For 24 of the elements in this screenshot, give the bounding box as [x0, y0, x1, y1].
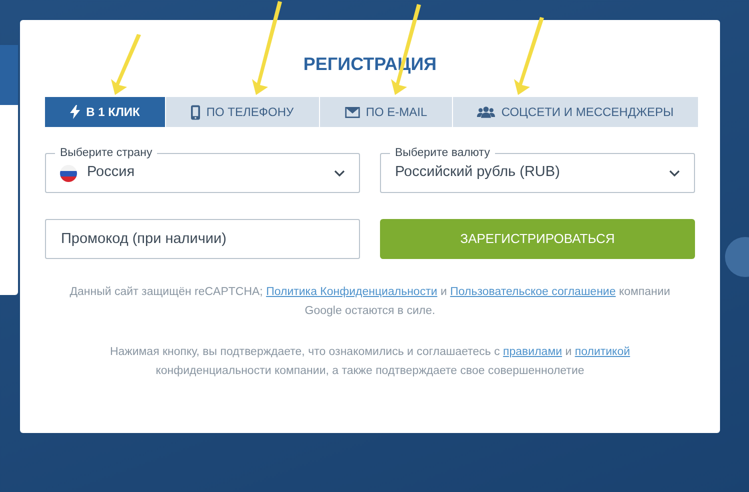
promo-code-field[interactable]: Промокод (при наличии)	[45, 219, 360, 259]
tab[interactable]: ПО ТЕЛЕФОНУ	[166, 97, 319, 127]
phone-icon	[191, 104, 200, 120]
flag-icon	[60, 164, 77, 182]
disclaimer-text: Нажимая кнопку, вы подтверждаете, что ознакомились и соглашаетесь с правилами и политикой конфиденциальности компании, а также подтверждаете свое совершеннолетие	[108, 345, 632, 379]
field-label: Выберите валюту	[390, 145, 495, 161]
chevron-down-icon	[334, 170, 345, 176]
link[interactable]: Пользовательское соглашение	[450, 286, 616, 298]
link[interactable]: правилами	[503, 346, 562, 358]
people-icon	[477, 106, 496, 118]
disclaimer-text: Данный сайт защищён reCAPTCHA; Политика Конфиденциальности и Пользовательское соглашение компании Google остаются в силе.	[68, 285, 672, 319]
select-value: Российский рубль (RUB)	[395, 163, 561, 182]
field-label: Выберите страну	[55, 145, 158, 161]
panel-header	[0, 45, 18, 105]
tab[interactable]: СОЦСЕТИ И МЕССЕНДЖЕРЫ	[453, 97, 698, 127]
link[interactable]: политикой	[574, 346, 630, 358]
tab[interactable]: ПО E-MAIL	[320, 97, 452, 127]
envelope-icon	[344, 106, 360, 118]
link[interactable]: Политика Конфиденциальности	[266, 286, 438, 298]
tab[interactable]: В 1 КЛИК	[45, 97, 165, 127]
register-button[interactable]: ЗАРЕГИСТРИРОВАТЬСЯ	[380, 219, 695, 259]
chevron-down-icon	[669, 170, 680, 176]
bolt-icon	[70, 105, 80, 119]
select-value: Россия	[87, 163, 136, 182]
